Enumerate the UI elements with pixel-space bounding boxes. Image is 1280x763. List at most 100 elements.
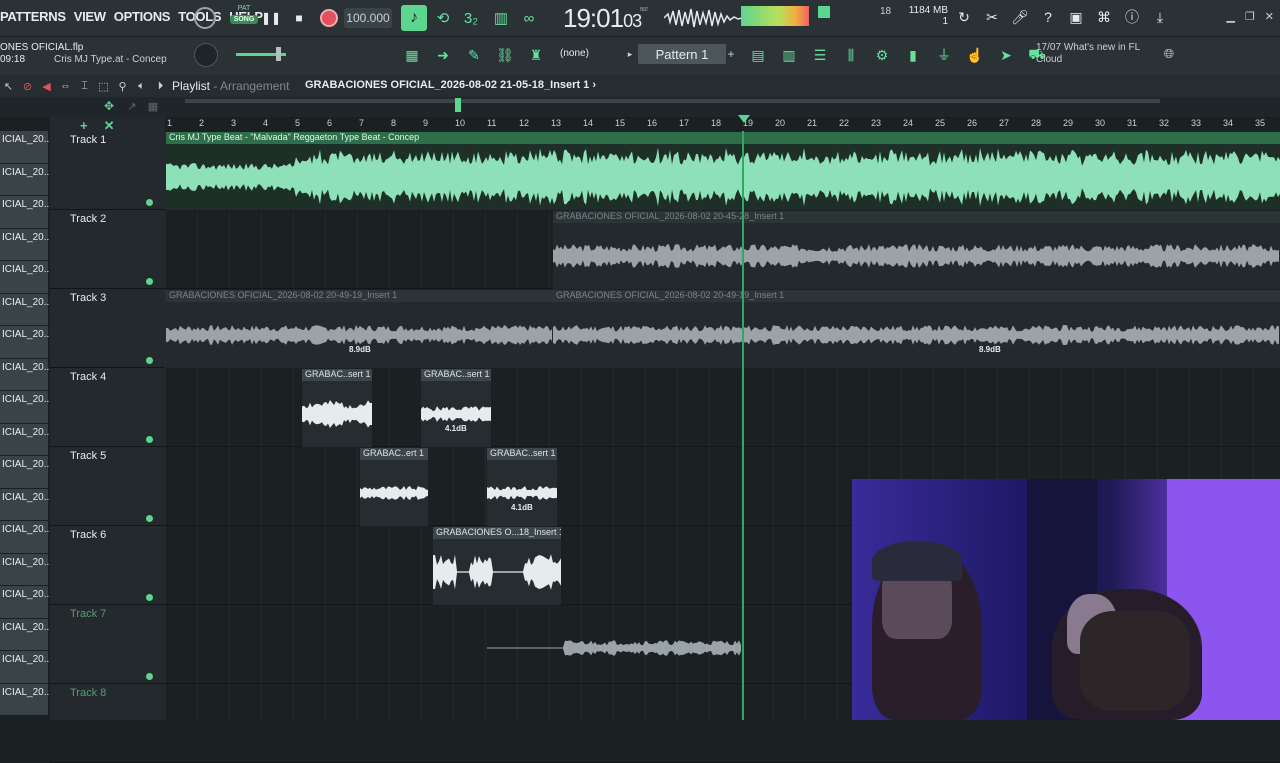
selector-arrow-icon[interactable]: ▸: [625, 48, 635, 60]
send-icon[interactable]: ➤: [996, 45, 1016, 65]
plugin-icon[interactable]: ⌘: [1095, 8, 1113, 26]
picker-item[interactable]: ICIAL_20..: [0, 196, 49, 229]
picker-item[interactable]: ICIAL_20..: [0, 651, 49, 684]
mute-tool-icon[interactable]: ◀: [40, 78, 53, 94]
picker-item[interactable]: ICIAL_20..: [0, 423, 49, 456]
help-icon[interactable]: ?: [1039, 8, 1057, 26]
pat-song-toggle[interactable]: PAT SONG: [230, 5, 258, 31]
recording-clip-track-5a[interactable]: GRABAC..ert 1: [360, 448, 428, 526]
minimize-icon[interactable]: ▁: [1226, 10, 1234, 23]
main-volume-knob[interactable]: [194, 7, 216, 29]
picker-item[interactable]: ICIAL_20..: [0, 326, 49, 359]
wait-input-icon[interactable]: ⟲: [432, 8, 454, 28]
link-channel-icon[interactable]: ↗: [125, 99, 139, 113]
track-name-4[interactable]: Track 4: [70, 371, 106, 383]
track-1-led[interactable]: [146, 199, 153, 206]
track-name-8[interactable]: Track 8: [70, 687, 106, 699]
remove-track-icon[interactable]: ✕: [104, 118, 115, 134]
recording-clip-track-6[interactable]: GRABACIONES O...18_Insert 1: [433, 527, 561, 605]
menu-options[interactable]: OPTIONS: [114, 9, 171, 24]
record-button[interactable]: [318, 7, 340, 29]
step-edit-icon[interactable]: ▥: [490, 8, 512, 28]
scrollbar-thumb[interactable]: [455, 98, 461, 112]
recording-clip-track-3a[interactable]: GRABACIONES OFICIAL_2026-08-02 20-49-19_…: [166, 290, 553, 368]
track-name-2[interactable]: Track 2: [70, 213, 106, 225]
channel-selector[interactable]: (none): [560, 48, 589, 59]
channel-rack-icon[interactable]: ☰: [810, 45, 830, 65]
recording-clip-track-4a[interactable]: GRABAC..sert 1: [302, 369, 372, 447]
picker-item[interactable]: ICIAL_20..: [0, 618, 49, 651]
snap-icon[interactable]: ⏵: [154, 78, 167, 94]
news-panel[interactable]: 17/07 What's new in FL Cloud: [1036, 42, 1140, 66]
timeline-ruler[interactable]: 1 2 3 4 5 6 7 8 9 10 11 12 13 14 15 16 17 18 19 20 21 22 23 24 2…: [165, 117, 1280, 131]
playhead-marker[interactable]: [738, 115, 750, 123]
track-5-led[interactable]: [146, 515, 153, 522]
picker-item[interactable]: ICIAL_20..: [0, 391, 49, 424]
microphone-icon[interactable]: 🎤︎: [1011, 8, 1029, 26]
master-volume-handle[interactable]: [276, 47, 281, 61]
recording-clip-track-3b[interactable]: GRABACIONES OFICIAL_2026-08-02 20-49-19_…: [553, 290, 1280, 368]
song-position-clock[interactable]: 19:0103 B:S:T: [563, 3, 648, 34]
mixer-shortcut-icon[interactable]: ▦: [402, 45, 422, 65]
delete-tool-icon[interactable]: ⊘: [21, 78, 34, 94]
menu-patterns[interactable]: PATTERNS: [0, 9, 66, 24]
restore-icon[interactable]: ❐: [1245, 10, 1255, 23]
mixer-icon[interactable]: ⫼: [841, 45, 861, 65]
add-pattern-icon[interactable]: +: [726, 47, 736, 61]
stop-icon[interactable]: ■: [288, 7, 310, 29]
arrow-right-icon[interactable]: ➜: [433, 45, 453, 65]
plug-icon[interactable]: ⏚: [934, 45, 954, 65]
track-name-1[interactable]: Track 1: [70, 134, 106, 146]
beat-audio-clip[interactable]: Cris MJ Type Beat - "Malvada" Reggaeton …: [166, 132, 1280, 210]
horizontal-scrollbar[interactable]: [185, 99, 1160, 103]
grid-icon[interactable]: ▦: [146, 99, 160, 113]
picker-item[interactable]: ICIAL_20..: [0, 521, 49, 554]
link-icon[interactable]: ⛓: [495, 45, 515, 65]
slip-tool-icon[interactable]: ⇔: [59, 78, 72, 94]
picker-item[interactable]: ICIAL_20..: [0, 293, 49, 326]
add-track-icon[interactable]: +: [80, 118, 88, 134]
recording-clip-track-7[interactable]: [487, 628, 742, 668]
arrow-tool-icon[interactable]: ↖: [2, 78, 15, 94]
info-icon[interactable]: ⓘ: [1123, 8, 1141, 26]
loop-record-icon[interactable]: ∞: [518, 8, 540, 28]
track-name-6[interactable]: Track 6: [70, 529, 106, 541]
track-name-7[interactable]: Track 7: [70, 608, 106, 620]
picker-item[interactable]: ICIAL_20..: [0, 261, 49, 294]
playlist-window-icon[interactable]: ▤: [748, 45, 768, 65]
track-name-5[interactable]: Track 5: [70, 450, 106, 462]
select-tool-icon[interactable]: ⬚: [97, 78, 110, 94]
master-pitch-knob[interactable]: [194, 43, 218, 67]
countdown-icon[interactable]: 3₂: [460, 8, 482, 28]
picker-item[interactable]: ICIAL_20..: [0, 228, 49, 261]
picker-item[interactable]: ICIAL_20..: [0, 683, 49, 716]
tempo-display[interactable]: 100.000: [344, 8, 392, 28]
recording-clip-track-2[interactable]: GRABACIONES OFICIAL_2026-08-02 20-45-28_…: [553, 211, 1280, 289]
picker-item[interactable]: ICIAL_20..: [0, 358, 49, 391]
track-name-3[interactable]: Track 3: [70, 292, 106, 304]
zoom-tool-icon[interactable]: ⚲: [116, 78, 129, 94]
save-icon[interactable]: ▣: [1067, 8, 1085, 26]
picker-item[interactable]: ICIAL_20..: [0, 553, 49, 586]
track-2-led[interactable]: [146, 278, 153, 285]
download-icon[interactable]: ⤓: [1151, 8, 1169, 26]
close-icon[interactable]: ✕: [1265, 10, 1274, 23]
recording-clip-track-4b[interactable]: GRABAC..sert 1 4.1dB: [421, 369, 491, 447]
undo-icon[interactable]: ↻: [955, 8, 973, 26]
globe-icon[interactable]: 🌐︎: [1160, 45, 1178, 63]
slice-tool-icon[interactable]: ⌶: [78, 78, 91, 94]
track-4-led[interactable]: [146, 436, 153, 443]
playback-tool-icon[interactable]: 🔈︎: [135, 78, 148, 94]
pattern-selector[interactable]: Pattern 1: [638, 44, 726, 64]
tools-icon[interactable]: ✂: [983, 8, 1001, 26]
browser-icon[interactable]: ▮: [903, 45, 923, 65]
touch-icon[interactable]: ☝: [965, 45, 985, 65]
move-icon[interactable]: ✥: [102, 99, 116, 113]
picker-item[interactable]: ICIAL_20..: [0, 131, 49, 164]
piano-roll-icon[interactable]: ▥: [779, 45, 799, 65]
pause-icon[interactable]: ❚❚: [260, 7, 282, 29]
stamp-icon[interactable]: ♜: [526, 45, 546, 65]
picker-item[interactable]: ICIAL_20..: [0, 163, 49, 196]
track-3-led[interactable]: [146, 357, 153, 364]
menu-view[interactable]: VIEW: [74, 9, 106, 24]
